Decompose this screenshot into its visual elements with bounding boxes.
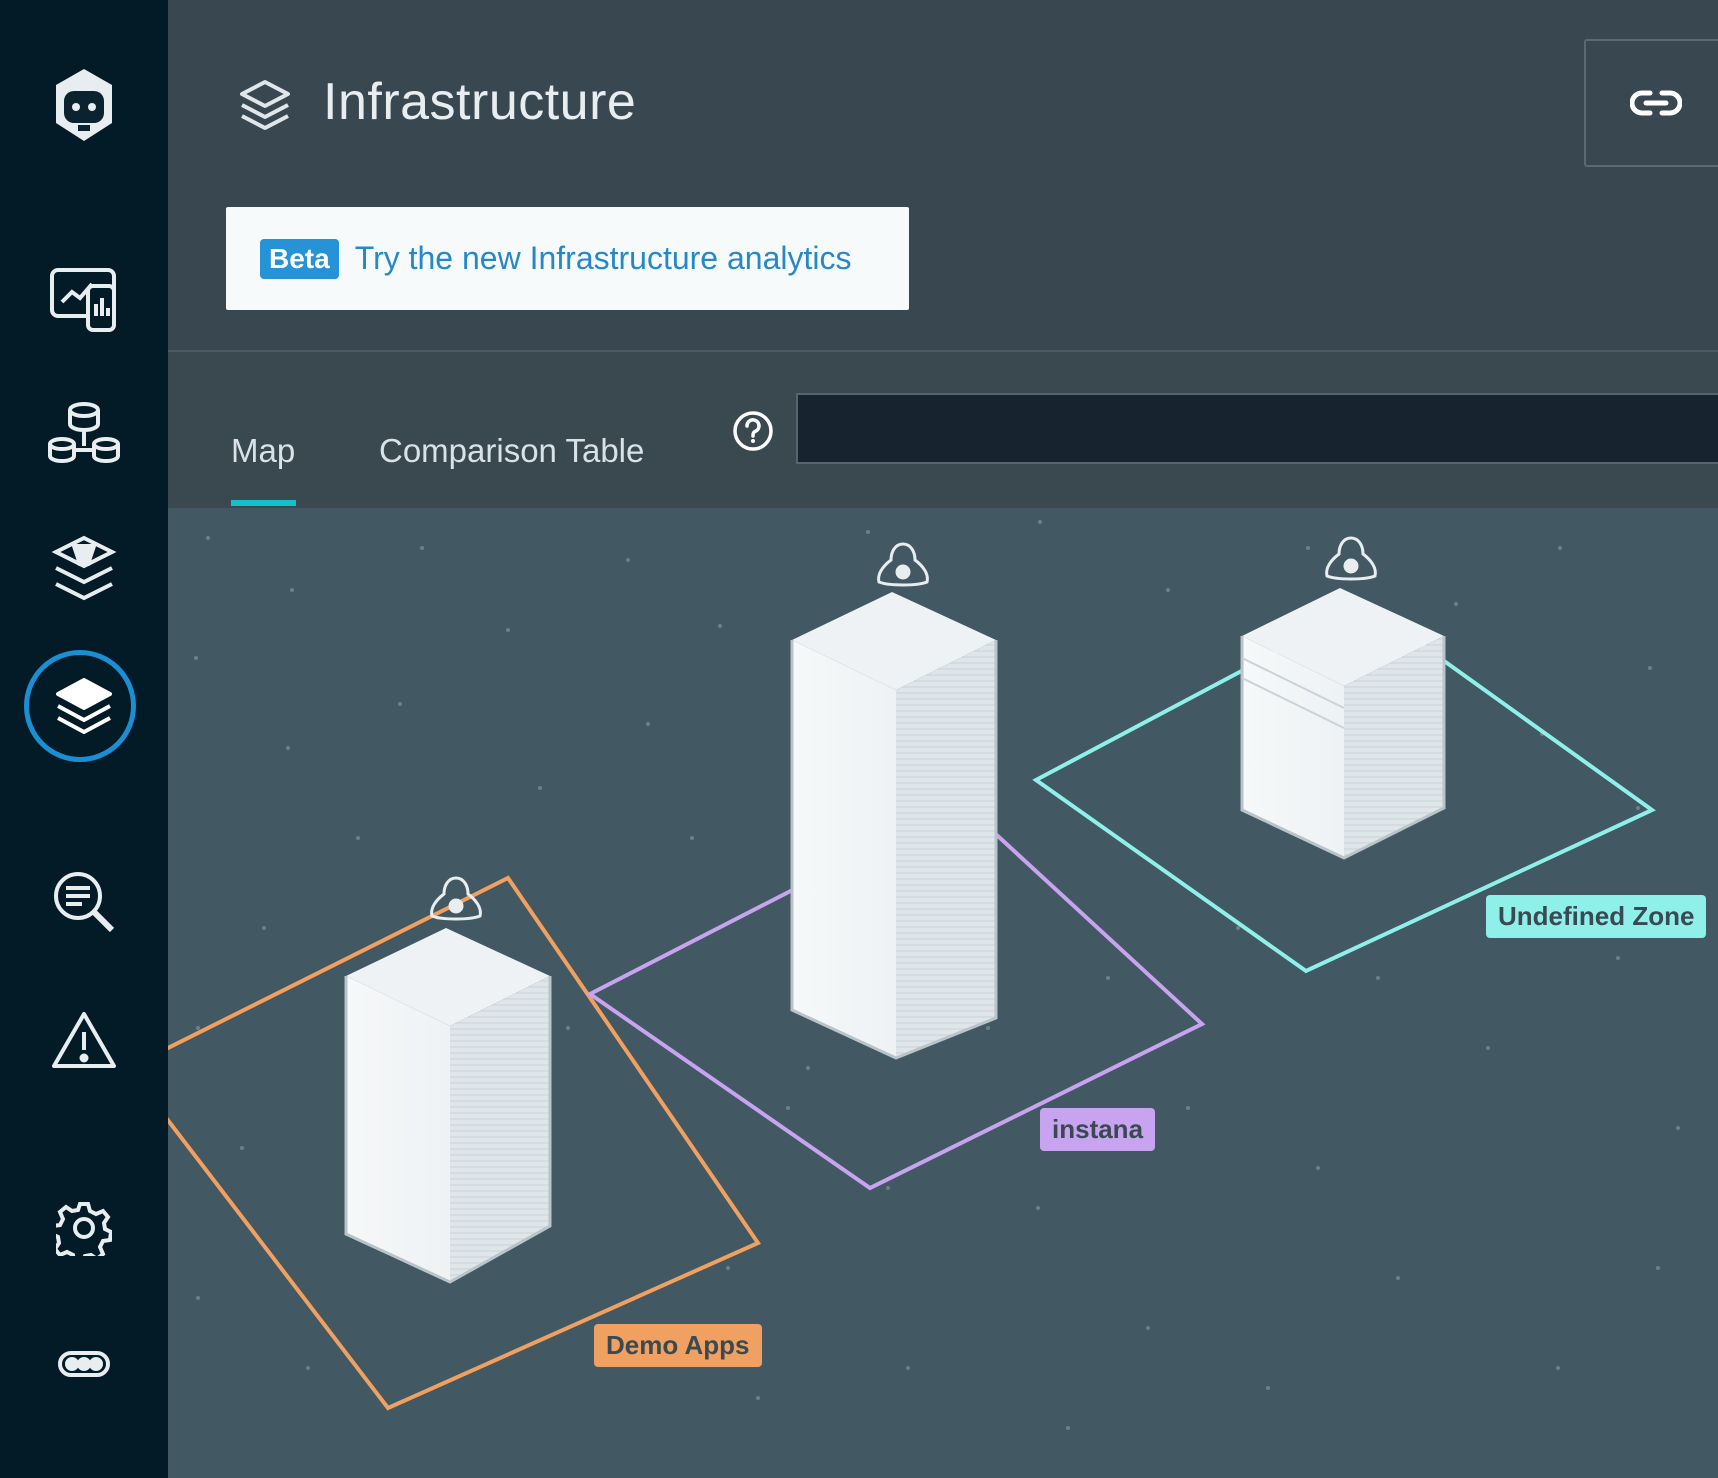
beta-banner[interactable]: Beta Try the new Infrastructure analytic…: [226, 207, 909, 310]
tab-comparison-table[interactable]: Comparison Table: [379, 432, 644, 470]
active-tab-indicator: [231, 500, 296, 506]
tab-map[interactable]: Map: [231, 432, 295, 470]
host-tower-instana[interactable]: [790, 592, 998, 1060]
zone-label-undefined-zone[interactable]: Undefined Zone: [1486, 895, 1707, 938]
more-icon[interactable]: [34, 1314, 134, 1414]
linux-os-icon: [877, 542, 929, 587]
analytics-search-icon[interactable]: [34, 852, 134, 952]
host-tower-demo-apps[interactable]: [344, 928, 552, 1284]
help-icon[interactable]: [731, 409, 775, 458]
copy-link-button[interactable]: [1584, 39, 1718, 167]
page-title: Infrastructure: [323, 73, 637, 131]
link-icon: [1630, 90, 1682, 116]
infrastructure-icon[interactable]: [34, 656, 134, 756]
layers-icon: [238, 78, 292, 139]
zone-label-instana[interactable]: instana: [1040, 1108, 1156, 1151]
host-tower-undefined-zone[interactable]: [1240, 588, 1446, 860]
zone-label-demo-apps[interactable]: Demo Apps: [594, 1324, 762, 1367]
linux-os-icon: [1325, 536, 1377, 581]
website-monitoring-icon[interactable]: [34, 250, 134, 350]
infrastructure-analytics-link[interactable]: Try the new Infrastructure analytics: [355, 240, 852, 277]
events-warning-icon[interactable]: [34, 990, 134, 1090]
applications-icon[interactable]: [34, 384, 134, 484]
instana-logo-icon[interactable]: [34, 55, 134, 155]
platforms-icon[interactable]: [34, 518, 134, 618]
sidebar-nav: [0, 0, 168, 1478]
dynamic-focus-search-input[interactable]: [796, 393, 1718, 464]
settings-gear-icon[interactable]: [34, 1178, 134, 1278]
beta-badge: Beta: [260, 238, 339, 279]
infrastructure-map[interactable]: Demo Apps instana Undefined Zone: [168, 508, 1718, 1478]
